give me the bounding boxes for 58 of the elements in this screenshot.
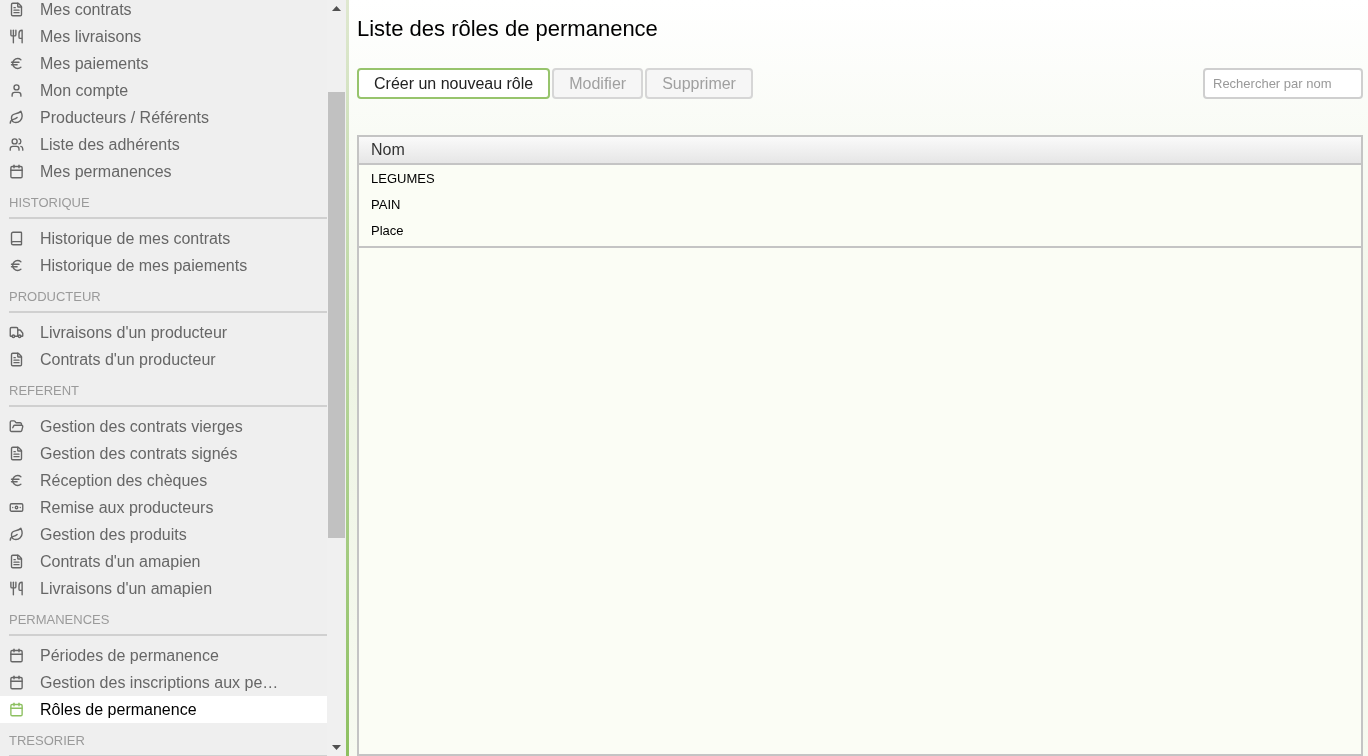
scroll-down-icon[interactable] (332, 745, 341, 750)
sidebar-item[interactable]: Contrats d'un amapien (0, 548, 327, 575)
banknote-icon (9, 500, 24, 515)
sidebar-item[interactable]: Mes contrats (0, 0, 327, 23)
section-heading: PERMANENCES (9, 612, 111, 628)
sidebar-item[interactable]: Rôles de permanence (0, 696, 327, 723)
sidebar-item[interactable]: Mes permanences (0, 158, 327, 185)
cutlery-icon (9, 581, 24, 596)
sidebar-item[interactable]: Gestion des produits (0, 521, 327, 548)
euro-icon (9, 258, 24, 273)
sidebar-item[interactable]: Livraisons d'un producteur (0, 319, 327, 346)
page-title: Liste des rôles de permanence (357, 16, 659, 42)
euro-icon (9, 56, 24, 71)
scrollbar[interactable] (327, 0, 346, 756)
document-icon (9, 352, 24, 367)
sidebar-item[interactable]: Gestion des contrats signés (0, 440, 327, 467)
sidebar-item[interactable]: Historique de mes paiements (0, 252, 327, 279)
section-heading: PRODUCTEUR (9, 289, 102, 305)
sidebar-item[interactable]: Mes livraisons (0, 23, 327, 50)
folder-icon (9, 419, 24, 434)
euro-icon (9, 473, 24, 488)
truck-icon (9, 325, 24, 340)
document-icon (9, 2, 24, 17)
sidebar-item[interactable]: Périodes de permanence (0, 642, 327, 669)
sidebar-item[interactable]: Réception des chèques (0, 467, 327, 494)
cutlery-icon (9, 29, 24, 44)
leaf-icon (9, 527, 24, 542)
user-icon (9, 83, 24, 98)
table-cell-text: Place (370, 222, 405, 240)
sidebar-item[interactable]: Liste des adhérents (0, 131, 327, 158)
sidebar-item[interactable]: Producteurs / Référents (0, 104, 327, 131)
section-heading: HISTORIQUE (9, 195, 91, 211)
column-header[interactable]: Nom (359, 137, 1361, 163)
calendar-icon (9, 702, 24, 717)
search-field[interactable]: Rechercher par nom (1203, 68, 1363, 99)
document-icon (9, 554, 24, 569)
calendar-icon (9, 648, 24, 663)
calendar-icon (9, 164, 24, 179)
sidebar-item[interactable]: Contrats d'un producteur (0, 346, 327, 373)
document-icon (9, 446, 24, 461)
scroll-up-icon[interactable] (332, 6, 341, 11)
sidebar-item[interactable]: Remise aux producteurs (0, 494, 327, 521)
table-cell-text: PAIN (370, 196, 402, 214)
leaf-icon (9, 110, 24, 125)
scrollbar-thumb[interactable] (328, 92, 345, 538)
sidebar-item[interactable]: Gestion des contrats vierges (0, 413, 327, 440)
section-heading: TRESORIER (9, 733, 86, 749)
sidebar-item[interactable]: Mon compte (0, 77, 327, 104)
sidebar-item[interactable]: Mes paiements (0, 50, 327, 77)
users-icon (9, 137, 24, 152)
table-cell-text: LEGUMES (370, 170, 436, 188)
sidebar-item[interactable]: Livraisons d'un amapien (0, 575, 327, 602)
toolbar-button[interactable]: Créer un nouveau rôle (357, 68, 551, 99)
sidebar-item[interactable]: Gestion des inscriptions aux pe… (0, 669, 327, 696)
section-heading: REFERENT (9, 383, 81, 399)
book-icon (9, 231, 24, 246)
calendar-icon (9, 675, 24, 690)
sidebar-item[interactable]: Historique de mes contrats (0, 225, 327, 252)
